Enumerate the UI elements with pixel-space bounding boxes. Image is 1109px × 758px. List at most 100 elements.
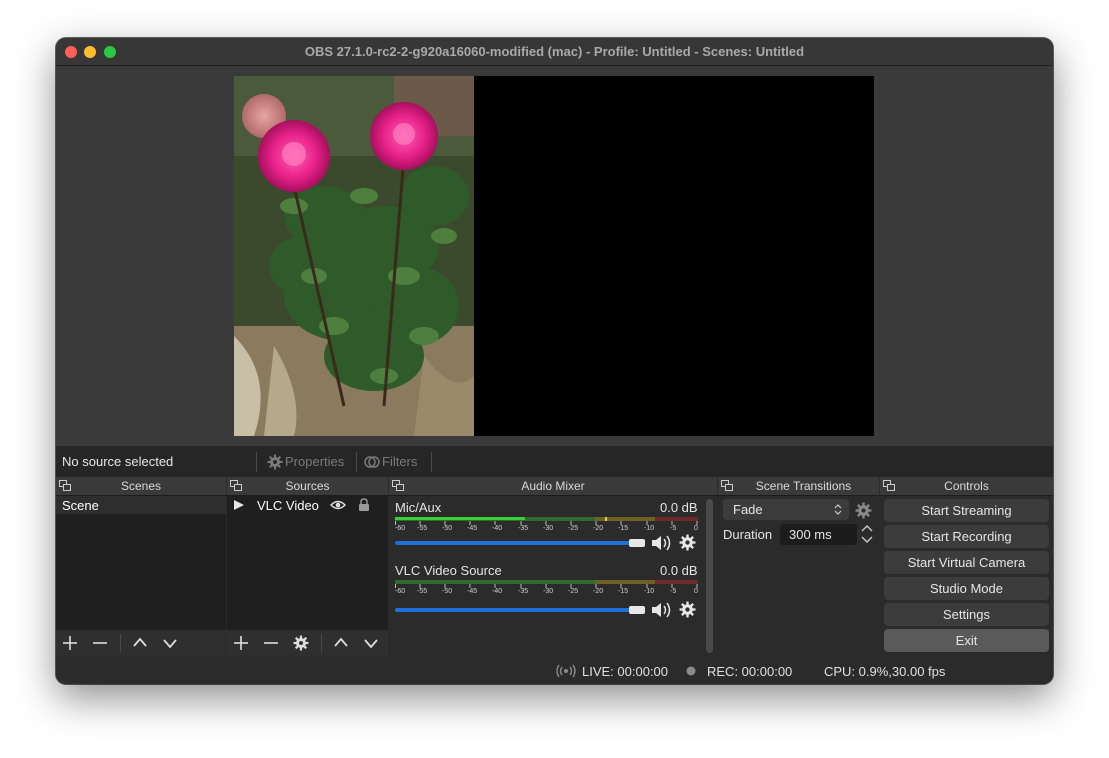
mic-aux-settings-gear-icon[interactable]	[679, 534, 696, 551]
duration-label: Duration	[723, 527, 773, 542]
preview-area	[56, 66, 1053, 446]
filters-icon	[364, 456, 380, 468]
scale-label: -35	[518, 525, 529, 532]
scale-label: -20	[593, 525, 604, 532]
studio-mode-button[interactable]: Studio Mode	[884, 577, 1049, 600]
video-frame-rose-image	[234, 76, 474, 436]
scale-label: -5	[670, 525, 677, 532]
controls-dock-header: Controls	[880, 477, 1053, 496]
scale-label: -10	[644, 588, 655, 595]
visibility-eye-icon[interactable]	[330, 499, 346, 511]
scale-label: -40	[492, 525, 503, 532]
mic-aux-db-readout: 0.0 dB	[660, 500, 698, 515]
scale-label: 0	[694, 525, 698, 532]
lock-icon[interactable]	[358, 498, 370, 512]
scene-transitions-dock-title: Scene Transitions	[755, 479, 852, 493]
toolbar-divider	[356, 452, 357, 472]
preview-canvas[interactable]	[234, 76, 874, 436]
settings-button[interactable]: Settings	[884, 603, 1049, 626]
scale-label: -10	[644, 525, 655, 532]
toolbar-divider	[431, 452, 432, 472]
scale-label: -45	[467, 525, 478, 532]
exit-button[interactable]: Exit	[884, 629, 1049, 652]
status-bar: LIVE: 00:00:00 REC: 00:00:00 CPU: 0.9%,3…	[56, 656, 1053, 684]
vlc-video-source-speaker-icon[interactable]	[651, 601, 673, 619]
transition-select-value: Fade	[733, 502, 763, 517]
scene-transitions-panel	[718, 496, 879, 656]
move-scene-up-button[interactable]	[132, 635, 148, 651]
live-timer: LIVE: 00:00:00	[582, 664, 669, 679]
live-broadcast-icon	[556, 664, 576, 678]
vlc-video-source-db-readout: 0.0 dB	[660, 563, 698, 578]
source-properties-gear-icon[interactable]	[293, 635, 309, 651]
duration-input[interactable]: 300 ms	[780, 524, 857, 545]
mic-aux-volume-slider[interactable]	[395, 541, 637, 545]
title-bar: OBS 27.1.0-rc2-2-g920a16060-modified (ma…	[56, 38, 1053, 66]
scale-label: -60	[395, 525, 406, 532]
mic-aux-meter-scale: -60 -55 -50 -45 -40 -35 -30 -25 -20 -15 …	[395, 521, 698, 535]
scale-label: -25	[568, 588, 579, 595]
move-scene-down-button[interactable]	[162, 635, 178, 651]
audio-mixer-dock-title: Audio Mixer	[521, 479, 585, 493]
move-source-down-button[interactable]	[363, 635, 379, 651]
scale-label: -55	[417, 525, 428, 532]
rec-timer: REC: 00:00:00	[707, 664, 793, 679]
start-streaming-button[interactable]: Start Streaming	[884, 499, 1049, 522]
no-source-selected-label: No source selected	[62, 454, 174, 469]
transition-select[interactable]: Fade	[723, 499, 849, 520]
scenes-dock-title: Scenes	[120, 479, 162, 493]
scale-label: -20	[593, 588, 604, 595]
toolbar-divider	[120, 634, 121, 652]
scale-label: -5	[670, 588, 677, 595]
sources-dock-title: Sources	[285, 479, 330, 493]
audio-mixer-scrollbar[interactable]	[706, 499, 713, 653]
mic-aux-speaker-icon[interactable]	[651, 534, 673, 552]
duration-stepper[interactable]	[860, 523, 874, 545]
filters-label: Filters	[382, 454, 418, 469]
transition-properties-gear-icon[interactable]	[855, 502, 872, 519]
select-arrows-icon	[834, 504, 842, 515]
add-scene-button[interactable]	[62, 635, 78, 651]
source-name: VLC Video	[257, 498, 319, 513]
gear-icon	[267, 454, 283, 470]
vlc-video-source-settings-gear-icon[interactable]	[679, 601, 696, 618]
add-source-button[interactable]	[233, 635, 249, 651]
scale-label: -35	[518, 588, 529, 595]
media-source-play-icon	[234, 500, 244, 510]
scenes-toolbar	[56, 630, 226, 656]
mic-aux-channel-name: Mic/Aux	[395, 500, 442, 515]
remove-source-button[interactable]	[263, 635, 279, 651]
scale-label: -50	[442, 525, 453, 532]
recording-indicator-icon	[686, 666, 696, 676]
scene-list-item[interactable]: Scene	[56, 496, 226, 514]
source-toolbar: No source selected Properties Filters	[56, 446, 1053, 477]
scale-label: -45	[467, 588, 478, 595]
vlc-video-source-volume-slider[interactable]	[395, 608, 637, 612]
scene-transitions-dock-header: Scene Transitions	[718, 477, 879, 496]
scale-label: -15	[618, 588, 629, 595]
duration-value: 300 ms	[789, 527, 832, 542]
scale-label: -30	[543, 525, 554, 532]
mic-aux-volume-knob[interactable]	[629, 539, 645, 547]
sources-toolbar	[227, 630, 388, 656]
vlc-video-source-channel-name: VLC Video Source	[395, 563, 502, 578]
scale-label: -60	[395, 588, 406, 595]
obs-window: OBS 27.1.0-rc2-2-g920a16060-modified (ma…	[56, 38, 1053, 684]
start-virtual-camera-button[interactable]: Start Virtual Camera	[884, 551, 1049, 574]
source-list-item[interactable]: VLC Video	[227, 496, 388, 514]
scale-label: -55	[417, 588, 428, 595]
remove-scene-button[interactable]	[92, 635, 108, 651]
scale-label: -15	[618, 525, 629, 532]
toolbar-divider	[321, 634, 322, 652]
cpu-fps-readout: CPU: 0.9%,30.00 fps	[824, 664, 946, 679]
scale-label: 0	[694, 588, 698, 595]
window-title: OBS 27.1.0-rc2-2-g920a16060-modified (ma…	[304, 44, 805, 59]
vlc-video-source-volume-knob[interactable]	[629, 606, 645, 614]
scene-name: Scene	[62, 498, 99, 513]
scale-label: -30	[543, 588, 554, 595]
sources-dock-header: Sources	[227, 477, 388, 496]
toolbar-divider	[256, 452, 257, 472]
move-source-up-button[interactable]	[333, 635, 349, 651]
start-recording-button[interactable]: Start Recording	[884, 525, 1049, 548]
vlc-video-source-meter-scale: -60 -55 -50 -45 -40 -35 -30 -25 -20 -15 …	[395, 584, 698, 598]
